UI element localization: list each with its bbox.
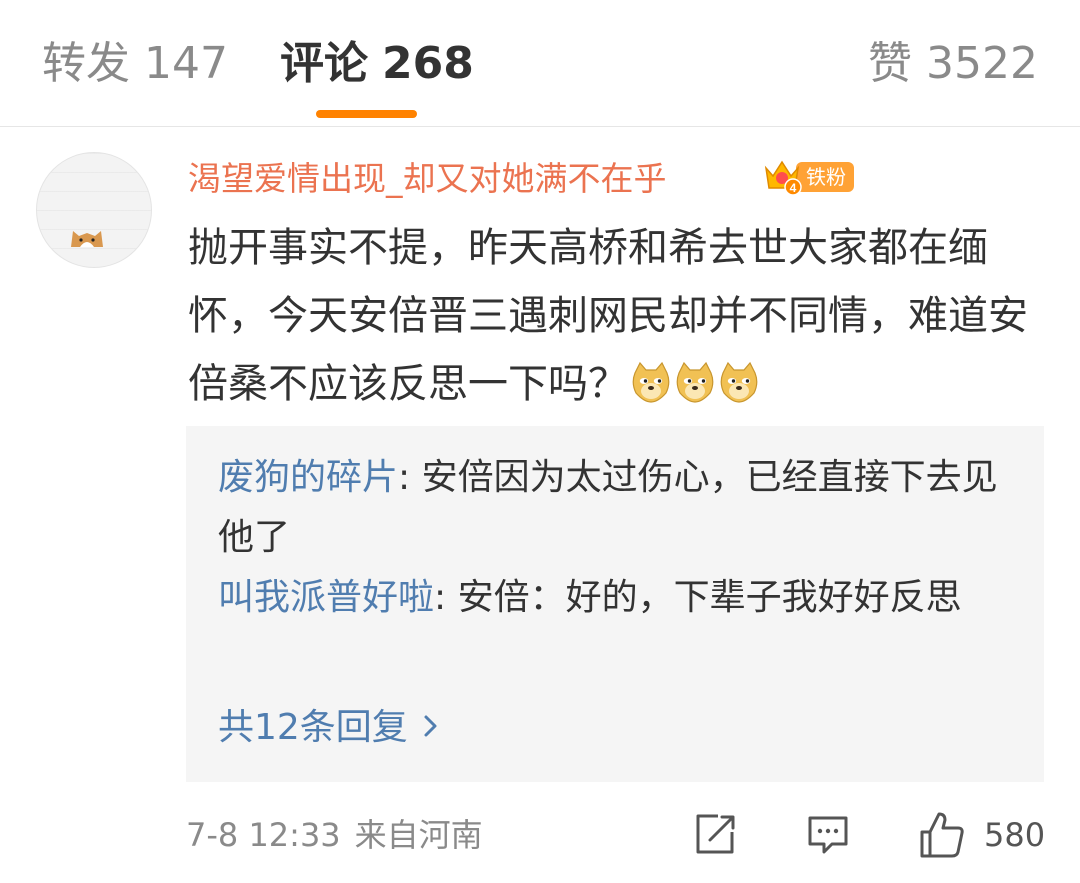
tab-comments-label: 评论 <box>280 38 368 89</box>
doge-emoji-icon <box>632 361 670 403</box>
view-all-replies-label: 共12条回复 <box>218 707 408 748</box>
reply-text: 安倍：好的，下辈子我好好反思 <box>446 577 962 618</box>
doge-emoji-icon <box>720 361 758 403</box>
tab-likes[interactable]: 赞 3522 <box>868 36 1038 92</box>
reply-preview-box[interactable]: 废狗的碎片: 安倍因为太过伤心，已经直接下去见他了 叫我派普好啦: 安倍：好的，… <box>186 426 1044 782</box>
reply-separator: : <box>434 577 447 618</box>
repost-icon <box>696 814 735 854</box>
tab-bar: 转发 147 评论 268 赞 3522 <box>0 0 1080 126</box>
tab-comments-count: 268 <box>382 38 474 89</box>
reply-item[interactable]: 废狗的碎片: 安倍因为太过伤心，已经直接下去见他了 <box>218 448 998 568</box>
shiba-dog-icon <box>71 231 103 247</box>
like-button[interactable]: 580 <box>918 810 1048 860</box>
comment-time: 7-8 12:33 <box>186 816 341 854</box>
comment-username[interactable]: 渴望爱情出现_却又对她满不在乎 <box>188 156 667 202</box>
tab-divider <box>0 126 1080 127</box>
tab-forward[interactable]: 转发 147 <box>42 36 228 92</box>
chevron-right-icon <box>422 698 440 758</box>
avatar[interactable] <box>36 152 152 268</box>
tab-forward-count: 147 <box>144 38 228 89</box>
reply-item[interactable]: 叫我派普好啦: 安倍：好的，下辈子我好好反思 <box>218 568 998 628</box>
like-count: 580 <box>984 816 1046 854</box>
reply-button[interactable] <box>806 810 850 860</box>
tab-likes-count: 3522 <box>926 38 1038 89</box>
reply-separator: : <box>398 457 411 498</box>
comment-meta: 7-8 12:33 来自河南 <box>186 812 483 858</box>
comment-source: 来自河南 <box>354 816 483 854</box>
view-all-replies-link[interactable]: 共12条回复 <box>218 698 440 758</box>
comment-icon <box>808 816 848 854</box>
tab-forward-label: 转发 <box>42 38 130 89</box>
crown-icon: 4 <box>764 160 802 196</box>
active-tab-indicator <box>316 110 417 118</box>
tab-likes-label: 赞 <box>868 38 913 89</box>
reply-author[interactable]: 废狗的碎片 <box>218 457 398 498</box>
avatar-background <box>37 153 151 267</box>
comment-body: 抛开事实不提，昨天高桥和希去世大家都在缅怀，今天安倍晋三遇刺网民却并不同情，难道… <box>188 225 1028 407</box>
comment-text: 抛开事实不提，昨天高桥和希去世大家都在缅怀，今天安倍晋三遇刺网民却并不同情，难道… <box>188 214 1058 418</box>
fan-badge[interactable]: 铁粉 4 <box>762 154 858 196</box>
badge-level: 4 <box>790 181 797 195</box>
fan-badge-label: 铁粉 <box>796 162 854 192</box>
reply-author[interactable]: 叫我派普好啦 <box>218 577 434 618</box>
repost-button[interactable] <box>692 810 738 860</box>
tab-comments[interactable]: 评论 268 <box>280 36 474 92</box>
doge-emoji-icon <box>676 361 714 403</box>
thumbs-up-icon <box>920 812 964 858</box>
